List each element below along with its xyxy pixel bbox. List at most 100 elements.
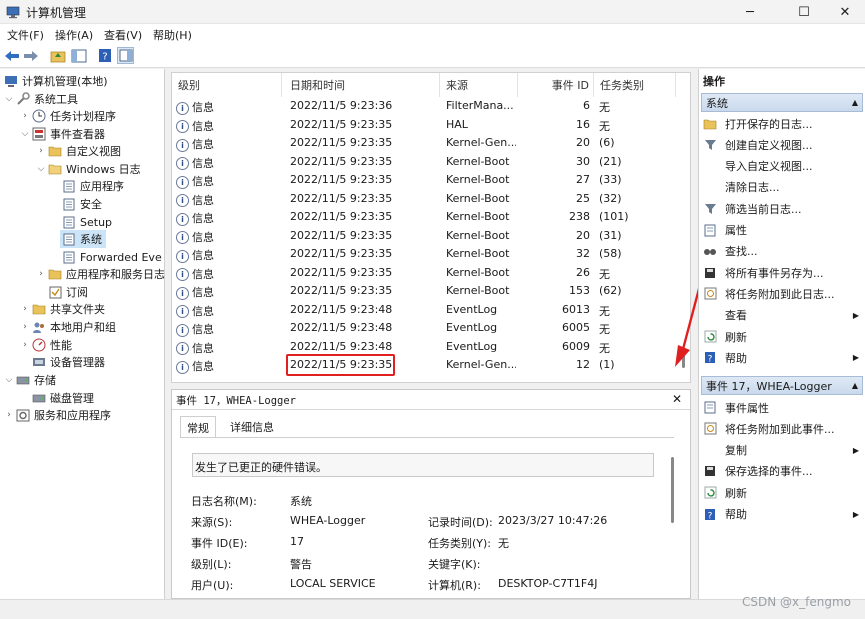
table-row[interactable]: i 信息 2022/11/5 9:23:35 Kernel-Boot 27 (33) — [172, 171, 680, 190]
table-row[interactable]: i 信息 2022/11/5 9:23:36 FilterMana... 6 无 — [172, 97, 680, 116]
action-item[interactable]: 查找... — [703, 242, 861, 261]
chevron-right-icon[interactable]: › — [20, 340, 30, 350]
chevron-down-icon[interactable]: ⌵ — [4, 94, 14, 104]
action-item[interactable]: 查看 ▶ — [703, 306, 861, 325]
column-header-datetime[interactable]: 日期和时间 — [284, 73, 440, 97]
table-row[interactable]: i 信息 2022/11/5 9:23:35 Kernel-Boot 238 (101) — [172, 208, 680, 227]
action-item[interactable]: 将任务附加到此日志... — [703, 284, 861, 303]
tree-item-performance[interactable]: › 性能 — [20, 336, 72, 354]
back-arrow-icon[interactable] — [3, 47, 20, 64]
menu-action[interactable]: 操作(A) — [55, 27, 93, 43]
tree-item-security-log[interactable]: 安全 — [60, 195, 102, 213]
tree-item-local-users-groups[interactable]: › 本地用户和组 — [20, 318, 116, 336]
show-hide-tree-icon[interactable] — [70, 47, 87, 64]
source-cell: HAL — [446, 117, 468, 131]
detail-scrollbar[interactable] — [670, 453, 676, 593]
action-item[interactable]: 筛选当前日志... — [703, 199, 861, 218]
column-header-event-id[interactable]: 事件 ID — [518, 73, 594, 97]
action-item[interactable]: 打开保存的日志... — [703, 114, 861, 133]
chevron-right-icon[interactable]: › — [36, 269, 46, 279]
open-folder-icon — [703, 117, 717, 131]
table-row[interactable]: i 信息 2022/11/5 9:23:35 Kernel-Gen... 12 (1) — [172, 356, 680, 375]
menu-file[interactable]: 文件(F) — [7, 27, 44, 43]
table-row[interactable]: i 信息 2022/11/5 9:23:35 Kernel-Boot 30 (21) — [172, 153, 680, 172]
event-id-cell: 16 — [576, 117, 590, 131]
menu-view[interactable]: 查看(V) — [104, 27, 142, 43]
chevron-down-icon[interactable]: ⌵ — [20, 129, 30, 139]
chevron-right-icon[interactable]: › — [20, 304, 30, 314]
tree-item-system-log[interactable]: 系统 — [60, 230, 106, 248]
table-row[interactable]: i 信息 2022/11/5 9:23:48 EventLog 6009 无 — [172, 338, 680, 357]
chevron-right-icon[interactable]: › — [20, 111, 30, 121]
action-item[interactable]: 导入自定义视图... — [703, 157, 861, 176]
action-item[interactable]: 将任务附加到此事件... — [703, 419, 861, 438]
table-row[interactable]: i 信息 2022/11/5 9:23:35 Kernel-Boot 20 (31) — [172, 227, 680, 246]
column-header-source[interactable]: 来源 — [440, 73, 518, 97]
chevron-right-icon[interactable]: › — [36, 146, 46, 156]
tree-item-disk-management[interactable]: 磁盘管理 — [30, 389, 94, 407]
maximize-button[interactable]: ☐ — [781, 0, 827, 24]
detail-close-button[interactable]: ✕ — [672, 392, 682, 406]
table-row[interactable]: i 信息 2022/11/5 9:23:35 Kernel-Boot 26 无 — [172, 264, 680, 283]
collapse-up-icon[interactable]: ▲ — [852, 98, 858, 107]
table-row[interactable]: i 信息 2022/11/5 9:23:35 Kernel-Boot 25 (32) — [172, 190, 680, 209]
up-folder-icon[interactable] — [49, 47, 66, 64]
table-row[interactable]: i 信息 2022/11/5 9:23:35 Kernel-Gen... 20 (6) — [172, 134, 680, 153]
chevron-right-icon[interactable]: › — [4, 410, 14, 420]
chevron-down-icon[interactable]: ⌵ — [4, 375, 14, 385]
tree-item-storage[interactable]: ⌵ 存储 — [4, 371, 56, 389]
tree-item-event-viewer[interactable]: ⌵ 事件查看器 — [20, 125, 105, 143]
tree-item-forwarded-events[interactable]: Forwarded Eve — [60, 248, 162, 266]
action-item[interactable]: 属性 — [703, 221, 861, 240]
action-item[interactable]: 清除日志... — [703, 178, 861, 197]
action-item[interactable]: 刷新 — [703, 483, 861, 502]
chevron-down-icon[interactable]: ⌵ — [36, 164, 46, 174]
action-item[interactable]: 复制 ▶ — [703, 441, 861, 460]
menu-help[interactable]: 帮助(H) — [153, 27, 192, 43]
tree-item-services-applications[interactable]: › 服务和应用程序 — [4, 406, 111, 424]
action-item[interactable]: 创建自定义视图... — [703, 135, 861, 154]
collapse-up-icon[interactable]: ▲ — [852, 381, 858, 390]
action-item[interactable]: 将所有事件另存为... — [703, 263, 861, 282]
info-icon: i — [176, 268, 189, 281]
tab-general[interactable]: 常规 — [180, 416, 216, 438]
action-item[interactable]: 刷新 — [703, 327, 861, 346]
tree-item-application-log[interactable]: 应用程序 — [60, 177, 124, 195]
action-item[interactable]: 事件属性 — [703, 398, 861, 417]
table-row[interactable]: i 信息 2022/11/5 9:23:48 EventLog 6005 无 — [172, 319, 680, 338]
event-message-box[interactable]: 发生了已更正的硬件错误。 — [192, 453, 654, 477]
tree-item-shared-folders[interactable]: › 共享文件夹 — [20, 300, 105, 318]
tree-item-custom-views[interactable]: › 自定义视图 — [36, 142, 121, 160]
column-header-level[interactable]: 级别 — [172, 73, 282, 97]
forward-arrow-icon[interactable] — [22, 47, 39, 64]
column-header-task-category[interactable]: 任务类别 — [594, 73, 676, 97]
table-row[interactable]: i 信息 2022/11/5 9:23:35 Kernel-Boot 32 (58) — [172, 245, 680, 264]
tree-item-app-service-logs[interactable]: › 应用程序和服务日志 — [36, 265, 164, 283]
actions-section-system[interactable]: 系统 ▲ — [701, 93, 863, 112]
level-text: 信息 — [192, 267, 214, 281]
action-item[interactable]: ? 帮助 ▶ — [703, 505, 861, 524]
tab-details[interactable]: 详细信息 — [224, 417, 280, 437]
table-row[interactable]: i 信息 2022/11/5 9:23:35 Kernel-Boot 153 (62) — [172, 282, 680, 301]
tree-item-device-manager[interactable]: 设备管理器 — [30, 353, 105, 371]
table-row[interactable]: i 信息 2022/11/5 9:23:48 EventLog 6013 无 — [172, 301, 680, 320]
close-button[interactable]: ✕ — [825, 0, 865, 24]
tree-item-task-scheduler[interactable]: › 任务计划程序 — [20, 107, 116, 125]
level-cell: i 信息 — [176, 358, 276, 374]
tree-item-windows-logs[interactable]: ⌵ Windows 日志 — [36, 160, 141, 178]
action-item[interactable]: 保存选择的事件... — [703, 462, 861, 481]
detail-scrollbar-thumb[interactable] — [671, 457, 674, 523]
tree-item-setup-log[interactable]: Setup — [60, 213, 112, 231]
chevron-right-icon[interactable]: › — [20, 322, 30, 332]
tree-item-subscriptions[interactable]: 订阅 — [46, 283, 88, 301]
action-item[interactable]: ? 帮助 ▶ — [703, 348, 861, 367]
level-cell: i 信息 — [176, 136, 276, 152]
help-book-icon[interactable]: ? — [96, 47, 113, 64]
show-action-pane-icon[interactable] — [117, 47, 134, 64]
actions-section-event[interactable]: 事件 17，WHEA-Logger ▲ — [701, 376, 863, 395]
minimize-button[interactable]: ─ — [727, 0, 773, 24]
task-category-label: 任务类别(Y): — [428, 537, 492, 550]
tree-item-system-tools[interactable]: ⌵ 系统工具 — [4, 90, 78, 108]
tree-item-computer-management[interactable]: 计算机管理(本地) — [2, 72, 108, 90]
table-row[interactable]: i 信息 2022/11/5 9:23:35 HAL 16 无 — [172, 116, 680, 135]
